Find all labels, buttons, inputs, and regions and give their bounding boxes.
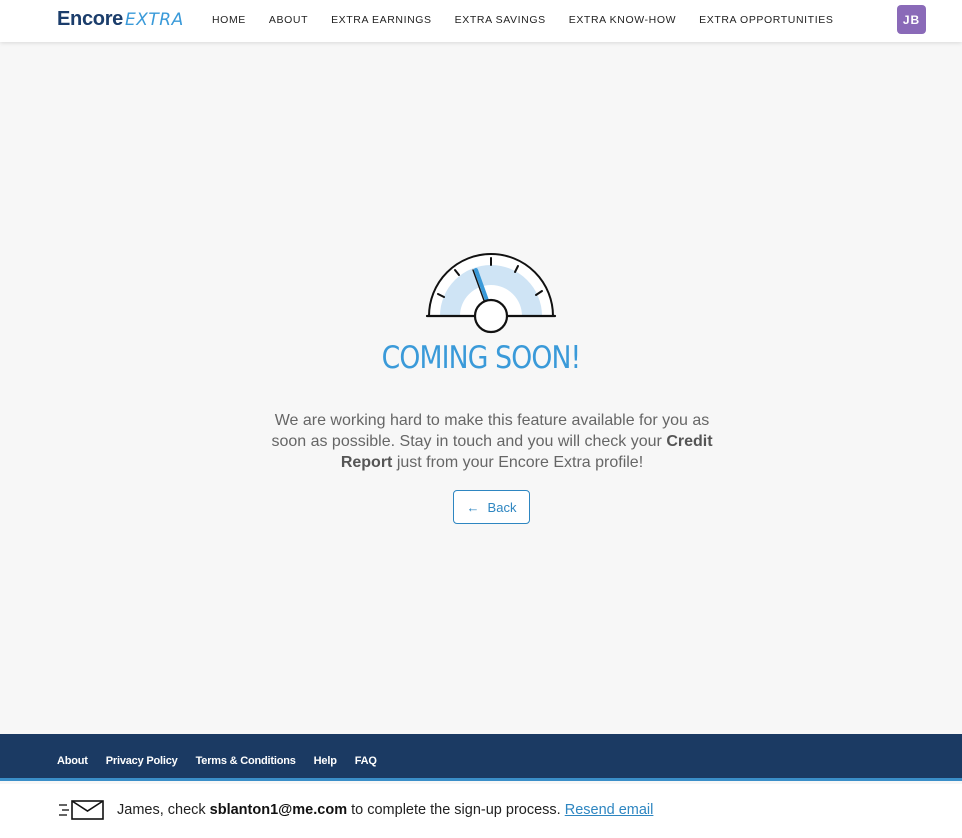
footer-link-help[interactable]: Help <box>314 755 337 767</box>
footer: About Privacy Policy Terms & Conditions … <box>0 734 962 781</box>
envelope-icon <box>59 800 104 820</box>
notice-prefix: James, check <box>117 802 210 818</box>
nav-item-extra-savings[interactable]: EXTRA SAVINGS <box>455 14 546 26</box>
arrow-left-icon: ← <box>466 499 480 515</box>
top-header: Encore EXTRA HOME ABOUT EXTRA EARNINGS E… <box>0 0 962 42</box>
nav-item-home[interactable]: HOME <box>212 14 246 26</box>
resend-email-link[interactable]: Resend email <box>565 802 654 818</box>
main-nav: HOME ABOUT EXTRA EARNINGS EXTRA SAVINGS … <box>212 14 856 26</box>
brand-logo[interactable]: Encore EXTRA <box>57 8 184 32</box>
footer-links: About Privacy Policy Terms & Conditions … <box>57 755 395 767</box>
feature-message: We are working hard to make this feature… <box>262 410 722 473</box>
main-content <box>0 42 962 734</box>
speedometer-icon <box>425 253 557 334</box>
user-avatar[interactable]: JB <box>897 5 926 34</box>
coming-soon-heading: COMING SOON! <box>381 340 582 376</box>
back-button-label: Back <box>487 499 517 515</box>
footer-link-about[interactable]: About <box>57 755 88 767</box>
nav-item-extra-opportunities[interactable]: EXTRA OPPORTUNITIES <box>699 14 833 26</box>
nav-item-extra-know-how[interactable]: EXTRA KNOW-HOW <box>569 14 676 26</box>
message-text-start: We are working hard to make this feature… <box>271 412 710 450</box>
email-verification-banner: James, check sblanton1@me.com to complet… <box>0 784 962 838</box>
notice-email: sblanton1@me.com <box>209 802 348 818</box>
footer-link-terms-conditions[interactable]: Terms & Conditions <box>196 755 296 767</box>
verification-message: James, check sblanton1@me.com to complet… <box>117 802 653 818</box>
nav-item-extra-earnings[interactable]: EXTRA EARNINGS <box>331 14 432 26</box>
nav-item-about[interactable]: ABOUT <box>269 14 308 26</box>
brand-name-main: Encore <box>57 8 124 30</box>
notice-suffix: to complete the sign-up process. <box>347 802 565 818</box>
footer-link-privacy-policy[interactable]: Privacy Policy <box>106 755 178 767</box>
message-text-end: just from your Encore Extra profile! <box>392 454 644 471</box>
back-button[interactable]: ← Back <box>453 490 530 524</box>
footer-link-faq[interactable]: FAQ <box>355 755 377 767</box>
brand-name-accent: EXTRA <box>125 10 184 30</box>
